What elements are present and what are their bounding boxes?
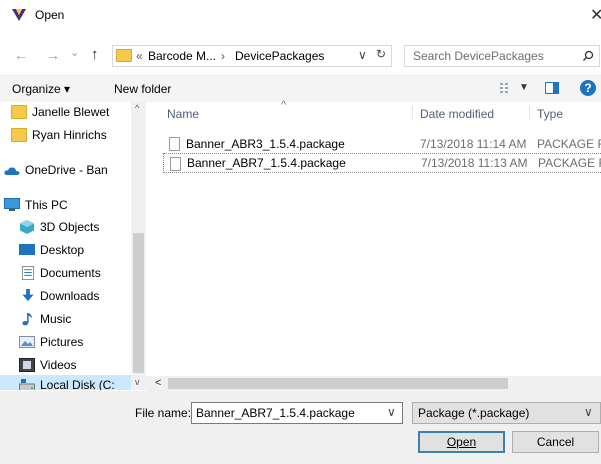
sidebar-item-local-disk[interactable]: Local Disk (C: [0,375,131,390]
file-row-selected[interactable]: Banner_ABR7_1.5.4.package 7/13/2018 11:1… [163,153,601,173]
scroll-up-icon[interactable]: ^ [135,103,139,113]
view-options-icon[interactable] [500,82,516,94]
sidebar-item-label: Documents [40,266,101,280]
file-type: PACKAGE File [538,156,601,170]
folder-icon [11,128,27,142]
window-title: Open [35,8,65,22]
refresh-icon[interactable]: ↻ [376,47,386,61]
sidebar-item-this-pc[interactable]: This PC [4,195,131,216]
sidebar-item-desktop[interactable]: Desktop [19,240,131,261]
file-row[interactable]: Banner_ABR3_1.5.4.package 7/13/2018 11:1… [163,134,601,154]
filename-value: Banner_ABR7_1.5.4.package [196,406,355,420]
sidebar-item-videos[interactable]: Videos [19,355,131,376]
scroll-left-icon[interactable]: < [155,377,161,389]
sidebar-item-label: Ryan Hinrichs [32,128,107,142]
forward-arrow-icon[interactable]: → [46,47,60,63]
column-divider[interactable] [412,106,413,120]
sidebar-item-ryan[interactable]: Ryan Hinrichs [11,125,131,146]
sidebar-item-label: Desktop [40,243,85,257]
filename-dropdown-icon[interactable]: ∨ [387,405,396,419]
filetype-value: Package (*.package) [418,406,530,420]
file-name: Banner_ABR3_1.5.4.package [186,137,345,151]
sidebar-item-label: This PC [25,198,68,212]
breadcrumb-devicepackages[interactable]: DevicePackages [235,49,324,63]
search-placeholder: Search DevicePackages [413,49,544,63]
filetype-dropdown-icon[interactable]: ∨ [584,405,593,419]
navigation-scrollbar-thumb[interactable] [133,233,144,373]
cube-icon [20,220,34,234]
file-name: Banner_ABR7_1.5.4.package [187,156,346,170]
sidebar-item-label: Downloads [40,289,100,303]
file-type: PACKAGE File [537,137,601,151]
column-header-date-modified[interactable]: Date modified [420,107,494,121]
close-icon[interactable]: ✕ [590,5,601,25]
sidebar-item-label: 3D Objects [40,220,100,234]
filename-label: File name: [135,406,192,420]
column-header-name[interactable]: Name [167,107,199,121]
breadcrumb-barcode[interactable]: Barcode M... [148,49,216,63]
sidebar-item-label: Janelle Blewet [32,105,110,119]
file-date: 7/13/2018 11:13 AM [421,156,528,170]
sidebar-item-downloads[interactable]: Downloads [19,286,131,307]
sidebar-item-pictures[interactable]: Pictures [19,332,131,353]
back-arrow-icon[interactable]: ← [14,47,28,63]
recent-locations-icon[interactable]: ⌄ [70,46,79,59]
sidebar-item-label: Music [40,312,72,326]
sidebar-item-onedrive[interactable]: OneDrive - Ban [4,160,131,181]
breadcrumb-overflow[interactable]: « [136,49,143,63]
view-dropdown-icon[interactable]: ▼ [519,82,529,93]
download-icon [22,289,34,302]
documents-icon [21,266,35,280]
app-logo-icon [12,9,26,21]
up-arrow-icon[interactable]: ↑ [91,46,99,63]
sidebar-item-music[interactable]: Music [19,309,131,330]
disk-icon [19,379,35,390]
help-icon[interactable]: ? [580,80,596,96]
column-header-type[interactable]: Type [537,107,563,121]
sidebar-item-janelle[interactable]: Janelle Blewet [11,102,131,123]
sort-ascending-icon: ^ [281,99,287,111]
breadcrumb-separator: › [221,49,225,63]
pictures-icon [19,336,35,348]
preview-pane-icon[interactable] [545,82,559,94]
open-button[interactable]: Open [418,431,505,453]
cancel-button[interactable]: Cancel [512,431,599,453]
address-dropdown-icon[interactable]: ∨ [358,48,367,62]
file-icon [170,157,181,171]
horizontal-scrollbar-thumb[interactable] [168,378,508,389]
sidebar-item-label: OneDrive - Ban [25,163,108,177]
navigation-pane: Janelle Blewet Ryan Hinrichs OneDrive - … [0,102,146,390]
sidebar-item-label: Videos [40,358,77,372]
folder-icon [116,49,132,62]
search-icon[interactable] [582,50,594,62]
desktop-icon [19,244,35,255]
file-icon [169,137,180,151]
cloud-icon [4,167,20,175]
sidebar-item-label: Pictures [40,335,84,349]
music-icon [22,312,32,326]
column-divider[interactable] [529,106,530,120]
sidebar-item-documents[interactable]: Documents [19,263,131,284]
file-date: 7/13/2018 11:14 AM [420,137,527,151]
sidebar-item-label: Local Disk (C: [40,378,115,390]
open-button-label: Open [446,435,477,449]
sidebar-item-3d-objects[interactable]: 3D Objects [19,217,131,238]
computer-icon [4,198,20,211]
new-folder-button[interactable]: New folder [114,82,171,96]
title-bar [0,0,601,30]
folder-icon [11,105,27,119]
organize-button[interactable]: Organize ▾ [12,82,70,96]
scroll-down-icon[interactable]: v [135,377,140,387]
videos-icon [19,358,35,372]
